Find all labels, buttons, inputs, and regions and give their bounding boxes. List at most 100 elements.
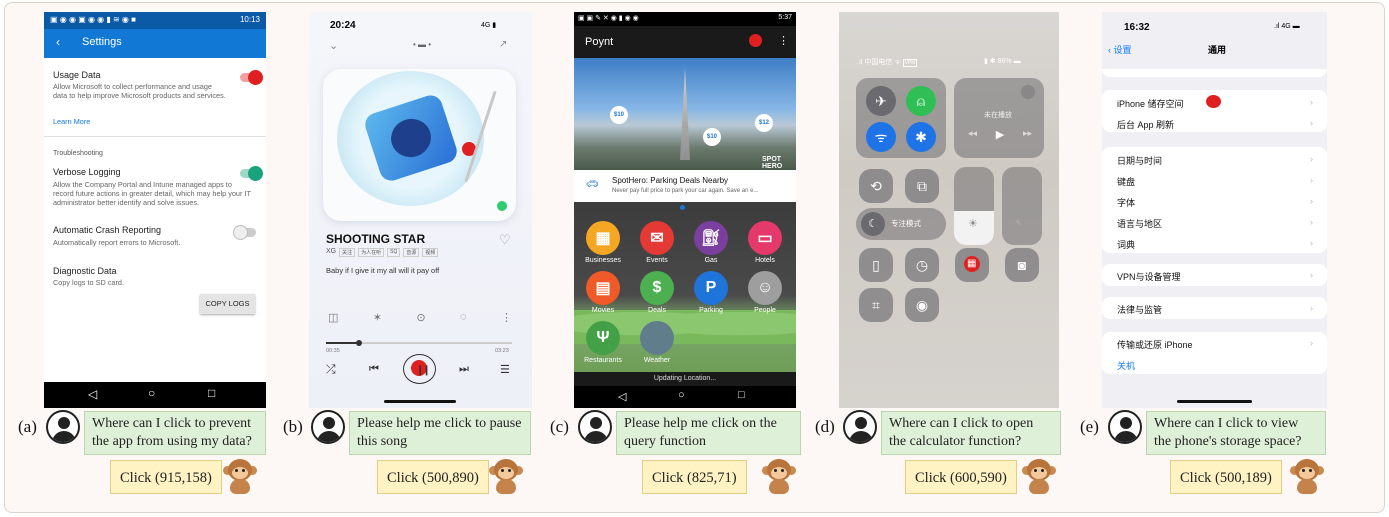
next-icon[interactable]: ⏭ <box>459 363 469 376</box>
brightness-slider[interactable]: ☀ <box>954 167 994 245</box>
nav-home-icon[interactable]: ○ <box>148 386 155 400</box>
artist-name[interactable]: XG <box>326 248 336 257</box>
category-parking-icon[interactable]: P <box>694 271 728 305</box>
usage-data-title: Usage Data <box>53 70 101 80</box>
status-time: 10:13 <box>239 15 260 24</box>
category-grid: ▦ Businesses ✉ Events ⛽︎ Gas ▭ Hotels ▤ Movies $ De… <box>574 202 796 372</box>
moon-icon: ☾ <box>861 212 885 236</box>
list-item-legal[interactable]: 法律与监管 › <box>1102 303 1327 316</box>
verbose-logging-toggle[interactable] <box>240 166 263 181</box>
status-time: 5:37 <box>778 14 792 21</box>
quality-icon[interactable]: ◫ <box>328 311 338 324</box>
usage-data-toggle[interactable] <box>240 70 263 85</box>
like-icon[interactable]: ♡ <box>499 232 511 248</box>
user-question: Where can I click to open the calculator… <box>881 411 1061 455</box>
airplane-mode-icon[interactable]: ✈ <box>866 86 896 116</box>
timer-icon[interactable]: ◷ <box>905 248 939 282</box>
nav-recents-icon[interactable]: □ <box>208 386 215 400</box>
category-weather-icon[interactable] <box>640 321 674 355</box>
price-pin[interactable]: $10 <box>610 106 628 124</box>
usage-data-desc: Allow Microsoft to collect performance a… <box>53 82 226 100</box>
category-restaurants-icon[interactable]: Ψ <box>586 321 620 355</box>
collapse-icon[interactable]: ⌄ <box>329 39 338 52</box>
fast-forward-icon[interactable]: ▸▸ <box>1023 128 1032 141</box>
shutdown-link[interactable]: 关机 <box>1102 359 1327 372</box>
list-item-transfer-reset[interactable]: 传输或还原 iPhone › <box>1102 338 1327 351</box>
category-deals-icon[interactable]: $ <box>640 271 674 305</box>
price-pin[interactable]: $12 <box>755 114 773 132</box>
category-movies-icon[interactable]: ▤ <box>586 271 620 305</box>
flashlight-icon[interactable]: ▯ <box>859 248 893 282</box>
pause-button[interactable]: ❙❙ <box>403 354 436 384</box>
nav-back-icon[interactable]: ◁ <box>88 387 97 401</box>
user-question: Please help me click on the query functi… <box>616 411 801 455</box>
screen-record-icon[interactable]: ◉ <box>905 288 939 322</box>
effect-icon[interactable]: ✶ <box>373 311 382 324</box>
category-people-icon[interactable]: ☺ <box>748 271 782 305</box>
category-hotels-icon[interactable]: ▭ <box>748 221 782 255</box>
nav-bar: ◁ ○ □ <box>44 382 266 408</box>
status-signal: 4G ▮ <box>481 22 497 29</box>
shuffle-icon[interactable]: ⤮ <box>326 362 336 377</box>
nav-bar: ◁ ○ □ <box>574 386 796 408</box>
calculator-icon[interactable]: ▦ <box>955 248 989 282</box>
playlist-icon[interactable]: ☰ <box>500 363 510 376</box>
list-item-keyboard[interactable]: 键盘 › <box>1102 175 1327 188</box>
category-restaurants-label: Restaurants <box>584 357 622 364</box>
list-item-language-region[interactable]: 语言与地区 › <box>1102 217 1327 230</box>
qr-scanner-icon[interactable]: ⌗ <box>859 288 893 322</box>
list-item-date-time[interactable]: 日期与时间 › <box>1102 154 1327 167</box>
city-banner[interactable]: $10 $10 $12 SPOT HERO <box>574 58 796 170</box>
learn-more-link[interactable]: Learn More <box>53 117 90 126</box>
verbose-logging-desc: Allow the Company Portal and Intune mana… <box>53 180 251 207</box>
copy-logs-button[interactable]: COPY LOGS <box>200 294 255 314</box>
list-item-background-refresh[interactable]: 后台 App 刷新 › <box>1102 118 1327 131</box>
category-gas-icon[interactable]: ⛽︎ <box>694 221 728 255</box>
status-dot <box>497 201 507 211</box>
camera-icon[interactable]: ◙ <box>1005 248 1039 282</box>
category-events-icon[interactable]: ✉ <box>640 221 674 255</box>
share-icon[interactable]: ↗ <box>499 39 507 50</box>
promo-card[interactable]: 🚗︎ SpotHero: Parking Deals Nearby Never … <box>574 170 796 202</box>
orientation-lock-icon[interactable]: ⟲ <box>859 169 893 203</box>
comment-icon[interactable]: ◌ <box>460 311 467 324</box>
model-answer: Click (825,71) <box>642 460 747 494</box>
search-icon[interactable] <box>749 34 762 47</box>
category-people-label: People <box>754 307 776 314</box>
crash-reporting-toggle[interactable] <box>233 225 256 240</box>
bluetooth-icon[interactable]: ✱ <box>906 122 936 152</box>
back-icon[interactable]: ‹ <box>56 35 60 49</box>
tag[interactable]: 关注 <box>339 248 356 257</box>
cellular-data-icon[interactable]: ⍝ <box>906 86 936 116</box>
price-pin[interactable]: $10 <box>703 128 721 146</box>
more-icon[interactable]: ⋮ <box>501 311 512 324</box>
airplay-icon[interactable] <box>1021 85 1035 99</box>
previous-icon[interactable]: ⏮ <box>369 363 379 376</box>
list-item-vpn[interactable]: VPN与设备管理 › <box>1102 270 1327 283</box>
category-businesses-icon[interactable]: ▦ <box>586 221 620 255</box>
list-item-fonts[interactable]: 字体 › <box>1102 196 1327 209</box>
nav-recents-icon[interactable]: □ <box>738 389 745 401</box>
progress-track[interactable] <box>326 340 512 346</box>
panel-label: (c) <box>550 417 569 436</box>
progress-thumb[interactable] <box>356 340 362 346</box>
overflow-menu-icon[interactable]: ⋮ <box>778 34 789 47</box>
status-battery: ▮ ✱ 86% ▬ <box>984 58 1021 65</box>
wifi-icon[interactable]: ᯤ <box>866 122 896 152</box>
focus-mode-button[interactable]: ☾ 专注模式 <box>856 208 946 240</box>
volume-slider[interactable]: 🔇︎ <box>1002 167 1042 245</box>
panel-label: (a) <box>18 417 37 436</box>
nav-back-icon[interactable]: ◁ <box>618 390 626 403</box>
nav-home-icon[interactable]: ○ <box>678 389 685 401</box>
app-bar: Poynt ⋮ <box>574 26 796 58</box>
screen-mirroring-icon[interactable]: ⧉ <box>905 169 939 203</box>
list-item-dictionary[interactable]: 词典 › <box>1102 238 1327 251</box>
user-avatar-icon <box>46 410 80 444</box>
panel-label: (b) <box>283 417 303 436</box>
download-icon[interactable]: ⊙ <box>416 311 425 324</box>
tag: 音源 <box>403 248 420 257</box>
play-icon[interactable]: ▶ <box>996 128 1004 141</box>
rewind-icon[interactable]: ◂◂ <box>968 128 977 141</box>
diagnostic-data-title: Diagnostic Data <box>53 266 117 276</box>
back-button[interactable]: ‹ 设置 <box>1108 43 1132 56</box>
